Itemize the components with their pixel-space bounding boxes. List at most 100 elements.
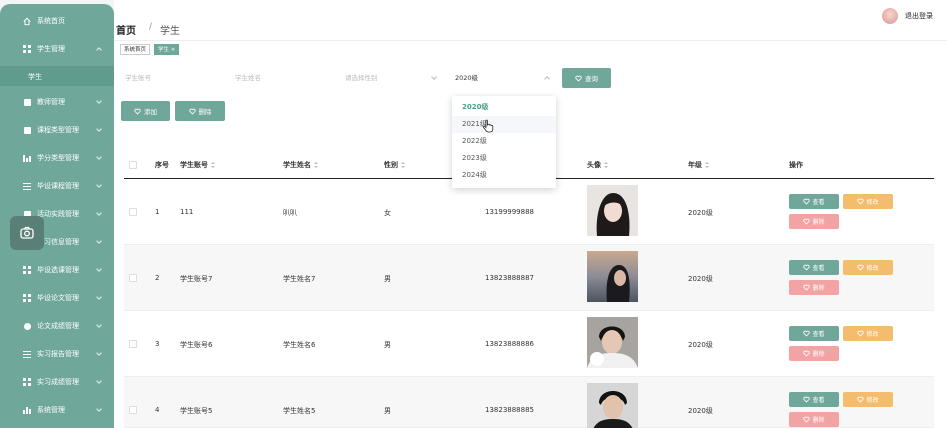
cell-phone: 13199999888	[485, 208, 534, 216]
sidebar-item-label: 论文成绩管理	[37, 322, 79, 330]
view-button-label: 查看	[812, 397, 825, 404]
cell-no: 1	[155, 208, 160, 216]
sidebar-item-label: 毕设课程管理	[37, 182, 79, 190]
sidebar-item-thesis[interactable]: 毕设论文管理	[0, 287, 114, 309]
heart-icon	[857, 264, 865, 271]
sidebar-item-internship-grades[interactable]: 实习成绩管理	[0, 371, 114, 393]
search-button[interactable]: 查询	[562, 68, 611, 88]
cell-grade: 2020级	[688, 209, 713, 217]
delete-button[interactable]: 删除	[789, 346, 839, 361]
sidebar-item-credit-types[interactable]: 学分类型管理	[0, 147, 114, 169]
sidebar-item-label: 毕设选课管理	[37, 266, 79, 274]
column-header-actions: 操作	[789, 161, 803, 169]
student-photo	[587, 251, 638, 302]
chevron-up-icon	[96, 47, 102, 53]
select-all-checkbox[interactable]	[129, 161, 137, 169]
sidebar-item-course-selection[interactable]: 毕设选课管理	[0, 259, 114, 281]
chart-icon	[23, 154, 31, 162]
grade-dropdown: 2020级 2021级 2022级 2023级 2024级	[452, 96, 556, 188]
gender-select[interactable]: 请选择性别	[336, 68, 444, 88]
delete-button[interactable]: 删除	[789, 214, 839, 229]
avatar[interactable]	[882, 8, 898, 24]
cell-name: 学生姓名6	[283, 341, 316, 349]
edit-button[interactable]: 修改	[843, 260, 893, 275]
grade-select[interactable]: 2020级	[446, 68, 557, 88]
column-header-label: 性别	[384, 161, 398, 169]
column-header-label: 头像	[587, 161, 601, 169]
dropdown-option-2021[interactable]: 2021级	[452, 116, 556, 133]
dropdown-option-2022[interactable]: 2022级	[452, 133, 556, 150]
edit-button[interactable]: 修改	[843, 392, 893, 407]
chevron-down-icon	[96, 294, 102, 300]
dropdown-option-2024[interactable]: 2024级	[452, 167, 556, 184]
breadcrumb-home[interactable]: 首页	[116, 22, 136, 37]
sidebar-subitem-student[interactable]: 学生	[0, 66, 114, 86]
sort-icon	[314, 162, 318, 168]
tag-student[interactable]: 学生 ×	[154, 44, 180, 55]
chevron-down-icon	[96, 98, 102, 104]
camera-icon	[20, 226, 34, 239]
chevron-down-icon	[96, 266, 102, 272]
heart-icon	[803, 416, 811, 423]
chevron-down-icon	[96, 322, 102, 328]
sidebar-item-internship-reports[interactable]: 实习报告管理	[0, 343, 114, 365]
chevron-down-icon	[96, 238, 102, 244]
account-search-input[interactable]: 学生账号	[116, 68, 224, 88]
column-header-label: 学生姓名	[283, 161, 311, 169]
chart-icon	[23, 406, 31, 414]
sidebar-item-label: 实习报告管理	[37, 350, 79, 358]
view-button-label: 查看	[812, 331, 825, 338]
delete-button-label: 删除	[812, 285, 825, 292]
sidebar-item-course-types[interactable]: 课程类型管理	[0, 119, 114, 141]
delete-button[interactable]: 删除	[789, 412, 839, 427]
heart-icon	[575, 75, 582, 82]
screenshot-button[interactable]	[10, 216, 44, 250]
cell-account: 学生账号5	[180, 407, 213, 415]
column-header-account[interactable]: 学生账号	[180, 160, 215, 170]
chevron-down-icon	[96, 406, 102, 412]
cell-gender: 男	[384, 407, 391, 415]
name-search-input[interactable]: 学生姓名	[226, 68, 334, 88]
sidebar-item-label: 毕设论文管理	[37, 294, 79, 302]
heart-icon	[857, 396, 865, 403]
chevron-down-icon	[96, 378, 102, 384]
dropdown-option-2023[interactable]: 2023级	[452, 150, 556, 167]
view-button[interactable]: 查看	[789, 260, 839, 275]
sort-icon	[705, 162, 709, 168]
sidebar-item-home[interactable]: 系统首页	[0, 10, 114, 32]
column-header-avatar[interactable]: 头像	[587, 160, 608, 170]
row-checkbox[interactable]	[129, 406, 137, 414]
batch-delete-button[interactable]: 删除	[175, 101, 225, 121]
row-checkbox[interactable]	[129, 274, 137, 282]
view-button[interactable]: 查看	[789, 194, 839, 209]
location-icon	[23, 322, 31, 330]
view-button[interactable]: 查看	[789, 326, 839, 341]
column-header-gender[interactable]: 性别	[384, 160, 405, 170]
grid-icon	[23, 294, 31, 302]
edit-button[interactable]: 修改	[843, 326, 893, 341]
edit-button[interactable]: 修改	[843, 194, 893, 209]
sidebar-subitem-label: 学生	[28, 73, 42, 81]
cell-account: 学生账号6	[180, 341, 213, 349]
row-checkbox[interactable]	[129, 340, 137, 348]
cell-phone: 13823888887	[485, 274, 534, 282]
view-button[interactable]: 查看	[789, 392, 839, 407]
sidebar-item-thesis-grades[interactable]: 论文成绩管理	[0, 315, 114, 337]
sidebar-item-teachers[interactable]: 教师管理	[0, 91, 114, 113]
tag-home[interactable]: 系统首页	[120, 44, 151, 55]
heart-icon	[803, 198, 811, 205]
logout-button[interactable]: 退出登录	[905, 11, 933, 21]
cell-gender: 男	[384, 341, 391, 349]
cell-no: 4	[155, 406, 160, 414]
sidebar-item-students[interactable]: 学生管理	[0, 38, 114, 60]
column-header-name[interactable]: 学生姓名	[283, 160, 318, 170]
add-button[interactable]: 添加	[121, 101, 170, 121]
row-checkbox[interactable]	[129, 208, 137, 216]
sidebar-item-system[interactable]: 系统管理	[0, 399, 114, 421]
dropdown-option-2020[interactable]: 2020级	[452, 99, 556, 116]
delete-button[interactable]: 删除	[789, 280, 839, 295]
student-photo	[587, 317, 638, 368]
sidebar-item-graduation-courses[interactable]: 毕设课程管理	[0, 175, 114, 197]
cell-grade: 2020级	[688, 275, 713, 283]
column-header-grade[interactable]: 年级	[688, 160, 709, 170]
